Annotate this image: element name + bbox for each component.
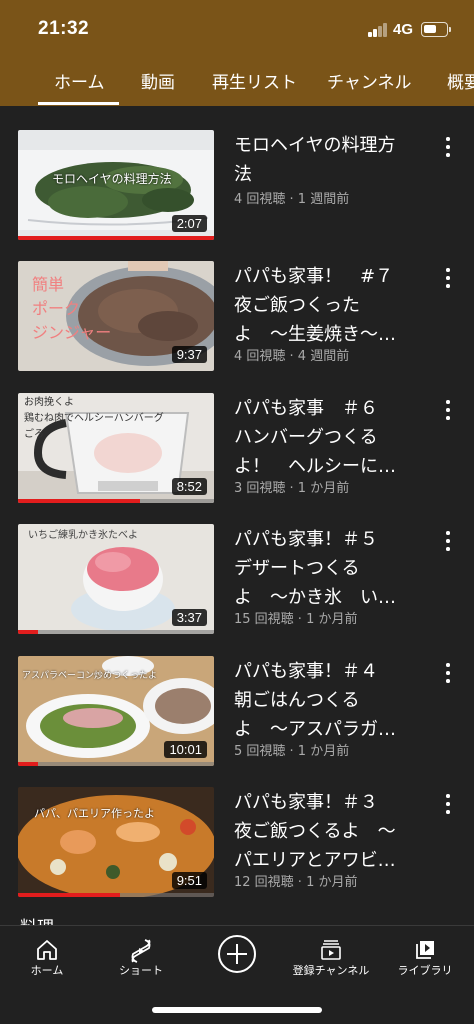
active-tab-indicator: [38, 102, 119, 105]
thumbnail-caption: モロヘイヤの料理方法: [52, 172, 172, 186]
tab-channels[interactable]: チャンネル: [327, 68, 412, 93]
watch-progress: [18, 762, 214, 766]
video-meta: 4 回視聴 · 4 週間前: [234, 349, 350, 364]
tab-about[interactable]: 概要: [447, 68, 474, 93]
create-icon: [218, 935, 256, 973]
battery-icon: [421, 22, 451, 37]
shorts-icon: [131, 939, 151, 963]
video-thumbnail[interactable]: パパ、パエリア作ったよ 9:51: [18, 787, 214, 897]
video-item[interactable]: 簡単 ポーク ジンジャー 9:37 パパも家事！ #７ 夜ご飯つくった よ ～生…: [0, 261, 474, 373]
more-options-icon[interactable]: [441, 267, 455, 289]
video-thumbnail[interactable]: モロヘイヤの料理方法 2:07: [18, 130, 214, 240]
video-title[interactable]: モロヘイヤの料理方 法: [234, 131, 420, 189]
library-icon: [416, 941, 434, 959]
home-icon: [37, 940, 57, 960]
video-item[interactable]: アスパラベーコン炒めつくったよ 10:01 パパも家事！＃４ 朝ごはんつくる よ…: [0, 656, 474, 768]
nav-library[interactable]: ライブラリ: [378, 926, 472, 986]
app-header: 21:32 4G ホーム 動画 再生リスト チャンネル 概要: [0, 0, 474, 106]
nav-create[interactable]: [190, 926, 284, 986]
video-thumbnail[interactable]: 簡単 ポーク ジンジャー 9:37: [18, 261, 214, 371]
video-thumbnail[interactable]: お肉挽くよ 鶏むね肉でヘルシーハンバーグ ごろ 8:52: [18, 393, 214, 503]
thumbnail-caption: アスパラベーコン炒めつくったよ: [22, 671, 158, 681]
video-meta: 3 回視聴 · 1 か月前: [234, 481, 350, 496]
more-options-icon[interactable]: [441, 399, 455, 421]
video-meta: 15 回視聴 · 1 か月前: [234, 612, 358, 627]
nav-label: ショート: [119, 964, 163, 977]
video-meta: 5 回視聴 · 1 か月前: [234, 744, 350, 759]
nav-home[interactable]: ホーム: [0, 926, 94, 986]
video-title[interactable]: パパも家事！＃３ 夜ご飯つくるよ ～ パエリアとアワビ…: [234, 788, 420, 875]
subscriptions-icon: [321, 940, 341, 960]
thumbnail-caption: いちご練乳かき氷たべよ: [28, 530, 138, 541]
nav-shorts[interactable]: ショート: [94, 926, 188, 986]
thumbnail-caption: 簡単 ポーク ジンジャー: [32, 275, 112, 342]
video-title[interactable]: パパも家事 ＃６ ハンバーグつくる よ！ ヘルシーに…: [234, 394, 420, 481]
video-meta: 4 回視聴 · 1 週間前: [234, 192, 350, 207]
nav-label: ホーム: [30, 964, 64, 977]
video-duration: 9:37: [171, 346, 207, 363]
video-item[interactable]: モロヘイヤの料理方法 2:07 モロヘイヤの料理方 法 4 回視聴 · 1 週間…: [0, 130, 474, 242]
signal-icon: [368, 23, 388, 37]
video-thumbnail[interactable]: アスパラベーコン炒めつくったよ 10:01: [18, 656, 214, 766]
status-bar: 21:32 4G: [0, 0, 474, 58]
nav-subscriptions[interactable]: 登録チャンネル: [284, 926, 378, 986]
network-type: 4G: [393, 21, 414, 38]
more-options-icon[interactable]: [441, 136, 455, 158]
tab-home[interactable]: ホーム: [54, 68, 105, 93]
status-time: 21:32: [38, 18, 90, 39]
video-duration: 2:07: [171, 215, 207, 232]
thumbnail-caption: お肉挽くよ 鶏むね肉でヘルシーハンバーグ ごろ: [24, 397, 164, 440]
thumbnail-caption: パパ、パエリア作ったよ: [34, 807, 155, 820]
more-options-icon[interactable]: [441, 662, 455, 684]
video-duration: 8:52: [171, 478, 207, 495]
nav-label: 登録チャンネル: [292, 964, 370, 977]
watch-progress: [18, 893, 214, 897]
more-options-icon[interactable]: [441, 530, 455, 552]
watch-progress: [18, 630, 214, 634]
nav-label: ライブラリ: [397, 964, 453, 977]
video-meta: 12 回視聴 · 1 か月前: [234, 875, 358, 890]
video-duration: 9:51: [171, 872, 207, 889]
video-title[interactable]: パパも家事！ #７ 夜ご飯つくった よ ～生姜焼き～…: [234, 262, 420, 349]
watch-progress: [18, 236, 214, 240]
video-title[interactable]: パパも家事！＃４ 朝ごはんつくる よ ～アスパラガ…: [234, 657, 420, 744]
channel-tabs: ホーム 動画 再生リスト チャンネル 概要: [0, 58, 474, 106]
tab-playlists[interactable]: 再生リスト: [212, 68, 297, 93]
home-indicator: [152, 1007, 322, 1013]
video-thumbnail[interactable]: いちご練乳かき氷たべよ 3:37: [18, 524, 214, 634]
more-options-icon[interactable]: [441, 793, 455, 815]
watch-progress: [18, 499, 214, 503]
tab-videos[interactable]: 動画: [141, 68, 175, 93]
video-duration: 3:37: [171, 609, 207, 626]
video-item[interactable]: お肉挽くよ 鶏むね肉でヘルシーハンバーグ ごろ 8:52 パパも家事 ＃６ ハン…: [0, 393, 474, 505]
video-duration: 10:01: [164, 741, 207, 758]
video-item[interactable]: いちご練乳かき氷たべよ 3:37 パパも家事！＃５ デザートつくる よ ～かき氷…: [0, 524, 474, 636]
video-title[interactable]: パパも家事！＃５ デザートつくる よ ～かき氷 い…: [234, 525, 420, 612]
video-item[interactable]: パパ、パエリア作ったよ 9:51 パパも家事！＃３ 夜ご飯つくるよ ～ パエリア…: [0, 787, 474, 899]
